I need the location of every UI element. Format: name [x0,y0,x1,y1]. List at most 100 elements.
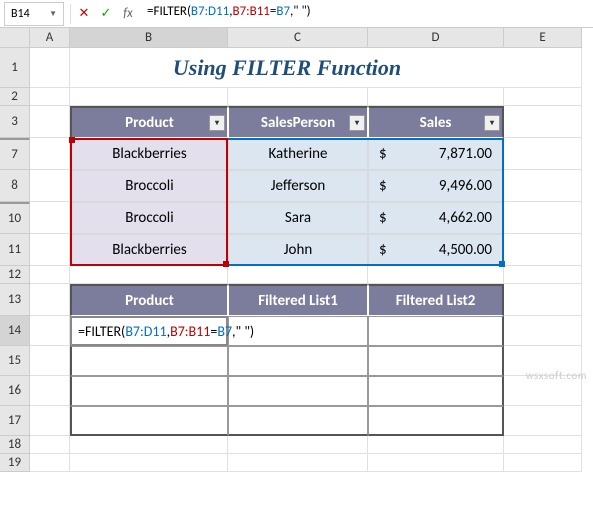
table-row[interactable]: $9,496.00 [368,170,504,202]
row-header-13[interactable]: 13 [0,284,30,316]
row-header-12[interactable]: 12 [0,266,30,284]
filter-dropdown-icon[interactable]: ▾ [349,115,365,131]
cell-E13[interactable] [504,284,582,316]
cell-A12[interactable] [30,266,70,284]
table1-header-sales[interactable]: Sales ▾ [368,106,504,138]
cell-E12[interactable] [504,266,582,284]
cell-D19[interactable] [368,454,504,472]
name-box-dropdown-icon[interactable]: ▼ [49,9,57,19]
name-box[interactable]: B14 ▼ [4,2,64,26]
row-header-3[interactable]: 3 [0,106,30,138]
row-header-2[interactable]: 2 [0,88,30,106]
cell-E7[interactable] [504,138,582,170]
table2-header-filtered1[interactable]: Filtered List1 [228,284,368,316]
cell-A11[interactable] [30,234,70,266]
col-header-E[interactable]: E [504,28,582,48]
cell-E8[interactable] [504,170,582,202]
row-header-19[interactable]: 19 [0,454,30,472]
cell-A2[interactable] [30,88,70,106]
cell-C17[interactable] [228,406,368,436]
filter-dropdown-icon[interactable]: ▾ [484,115,500,131]
cell-E1[interactable] [504,48,582,88]
table-row[interactable]: Blackberries [70,234,228,266]
table2-header-filtered2[interactable]: Filtered List2 [368,284,504,316]
cell-D14[interactable] [368,316,504,346]
row-header-15[interactable]: 15 [0,346,30,376]
col-header-B[interactable]: B [70,28,228,48]
cell-B19[interactable] [70,454,228,472]
row-header-8[interactable]: 8 [0,170,30,202]
cell-A10[interactable] [30,202,70,234]
cell-A18[interactable] [30,436,70,454]
cell-B16[interactable] [70,376,228,406]
row-header-18[interactable]: 18 [0,436,30,454]
cell-A8[interactable] [30,170,70,202]
cell-D16[interactable] [368,376,504,406]
cell-A14[interactable] [30,316,70,346]
table-row[interactable]: $4,662.00 [368,202,504,234]
cell-E18[interactable] [504,436,582,454]
filter-dropdown-icon[interactable]: ▾ [209,115,225,131]
cell-D2[interactable] [368,88,504,106]
cell-A17[interactable] [30,406,70,436]
table1-header-product[interactable]: Product ▾ [70,106,228,138]
table-row[interactable]: Sara [228,202,368,234]
formula-confirm-button[interactable]: ✓ [95,3,117,25]
row-header-7[interactable]: 7 [0,138,30,170]
cell-E19[interactable] [504,454,582,472]
active-cell-editing[interactable]: =FILTER(B7:D11,B7:B11=B7," ") [70,316,228,346]
col-header-D[interactable]: D [368,28,504,48]
cell-B18[interactable] [70,436,228,454]
table-row[interactable]: Jefferson [228,170,368,202]
cell-C15[interactable] [228,346,368,376]
cell-A15[interactable] [30,346,70,376]
cell-A1[interactable] [30,48,70,88]
col-header-C[interactable]: C [228,28,368,48]
table-row[interactable]: Broccoli [70,202,228,234]
cell-C2[interactable] [228,88,368,106]
table-row[interactable]: Broccoli [70,170,228,202]
cell-A16[interactable] [30,376,70,406]
row-header-17[interactable]: 17 [0,406,30,436]
cell-B17[interactable] [70,406,228,436]
cell-E14[interactable] [504,316,582,346]
cell-E2[interactable] [504,88,582,106]
cell-E10[interactable] [504,202,582,234]
cell-C19[interactable] [228,454,368,472]
title-cell[interactable]: Using FILTER Function [70,48,504,88]
table-row[interactable]: Katherine [228,138,368,170]
col-header-A[interactable]: A [30,28,70,48]
row-header-11[interactable]: 11 [0,234,30,266]
cell-A7[interactable] [30,138,70,170]
table-row[interactable]: $4,500.00 [368,234,504,266]
row-header-14[interactable]: 14 [0,316,30,346]
cell-A19[interactable] [30,454,70,472]
formula-input[interactable]: =FILTER(B7:D11,B7:B11=B7," ") [139,2,593,26]
cell-C18[interactable] [228,436,368,454]
cell-E17[interactable] [504,406,582,436]
cell-B12[interactable] [70,266,228,284]
cell-B15[interactable] [70,346,228,376]
cell-E11[interactable] [504,234,582,266]
cell-D18[interactable] [368,436,504,454]
cell-C16[interactable] [228,376,368,406]
row-header-16[interactable]: 16 [0,376,30,406]
cell-D17[interactable] [368,406,504,436]
cell-C12[interactable] [228,266,368,284]
row-header-10[interactable]: 10 [0,202,30,234]
table-row[interactable]: John [228,234,368,266]
cell-D12[interactable] [368,266,504,284]
table-row[interactable]: $7,871.00 [368,138,504,170]
table2-header-product[interactable]: Product [70,284,228,316]
select-all-corner[interactable] [0,28,30,48]
fx-button[interactable]: fx [117,3,139,25]
cell-B2[interactable] [70,88,228,106]
row-header-1[interactable]: 1 [0,48,30,88]
cell-E3[interactable] [504,106,582,138]
table1-header-salesperson[interactable]: SalesPerson ▾ [228,106,368,138]
cell-A13[interactable] [30,284,70,316]
cell-D15[interactable] [368,346,504,376]
cell-A3[interactable] [30,106,70,138]
table-row[interactable]: Blackberries [70,138,228,170]
formula-cancel-button[interactable]: ✕ [73,3,95,25]
